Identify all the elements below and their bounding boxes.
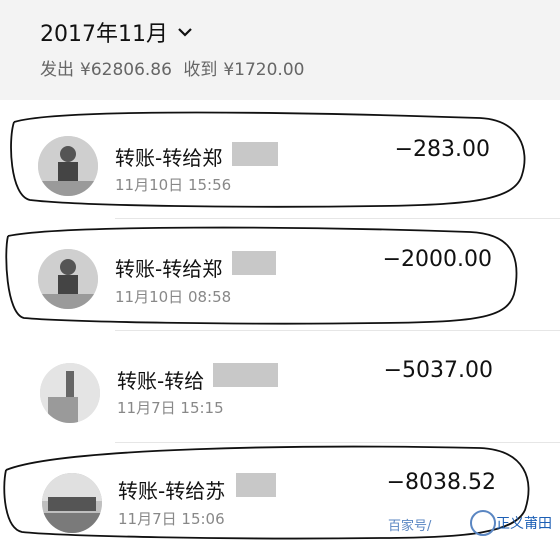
redacted-name	[232, 142, 278, 166]
transaction-title: 转账-转给郑	[115, 146, 223, 170]
in-label: 收到	[183, 60, 218, 80]
transaction-time: 11月10日 15:56	[115, 176, 232, 194]
transaction-title: 转账-转给	[117, 369, 205, 393]
out-label: 发出	[40, 60, 74, 80]
in-amount: ¥1720.00	[223, 60, 305, 80]
month-header: 2017年11月 发出 ¥62806.86 收到 ¥1720.00	[0, 0, 560, 100]
transaction-time: 11月7日 15:15	[117, 399, 224, 417]
month-summary: 发出 ¥62806.86 收到 ¥1720.00	[40, 55, 310, 80]
watermark-brand: 正义莆田	[496, 516, 552, 532]
transaction-amount: −2000.00	[382, 247, 492, 272]
month-selector[interactable]: 2017年11月	[40, 16, 194, 48]
chevron-down-icon	[178, 28, 192, 37]
transaction-amount: −8038.52	[386, 470, 496, 495]
transaction-row[interactable]: 转账-转给郑 11月10日 15:56 −283.00	[0, 100, 560, 200]
watermark-text: 百家号/	[388, 519, 432, 534]
redacted-name	[232, 251, 276, 275]
transaction-row[interactable]: 转账-转给 11月7日 15:15 −5037.00	[0, 327, 560, 427]
transaction-time: 11月10日 08:58	[115, 288, 232, 306]
month-label: 2017年11月	[40, 22, 168, 47]
redacted-name	[236, 473, 276, 497]
beach-photo-avatar	[42, 473, 102, 533]
person-photo-avatar	[38, 249, 98, 309]
watermark-logo-icon	[470, 510, 496, 536]
statue-photo-avatar	[40, 363, 100, 423]
transaction-title: 转账-转给苏	[118, 479, 226, 503]
transaction-row[interactable]: 转账-转给郑 11月10日 08:58 −2000.00	[0, 213, 560, 313]
transaction-title: 转账-转给郑	[115, 257, 223, 281]
out-amount: ¥62806.86	[80, 60, 172, 80]
transaction-amount: −5037.00	[383, 358, 493, 383]
transaction-amount: −283.00	[394, 137, 490, 162]
person-photo-avatar	[38, 136, 98, 196]
transaction-time: 11月7日 15:06	[118, 510, 225, 528]
redacted-name	[213, 363, 278, 387]
